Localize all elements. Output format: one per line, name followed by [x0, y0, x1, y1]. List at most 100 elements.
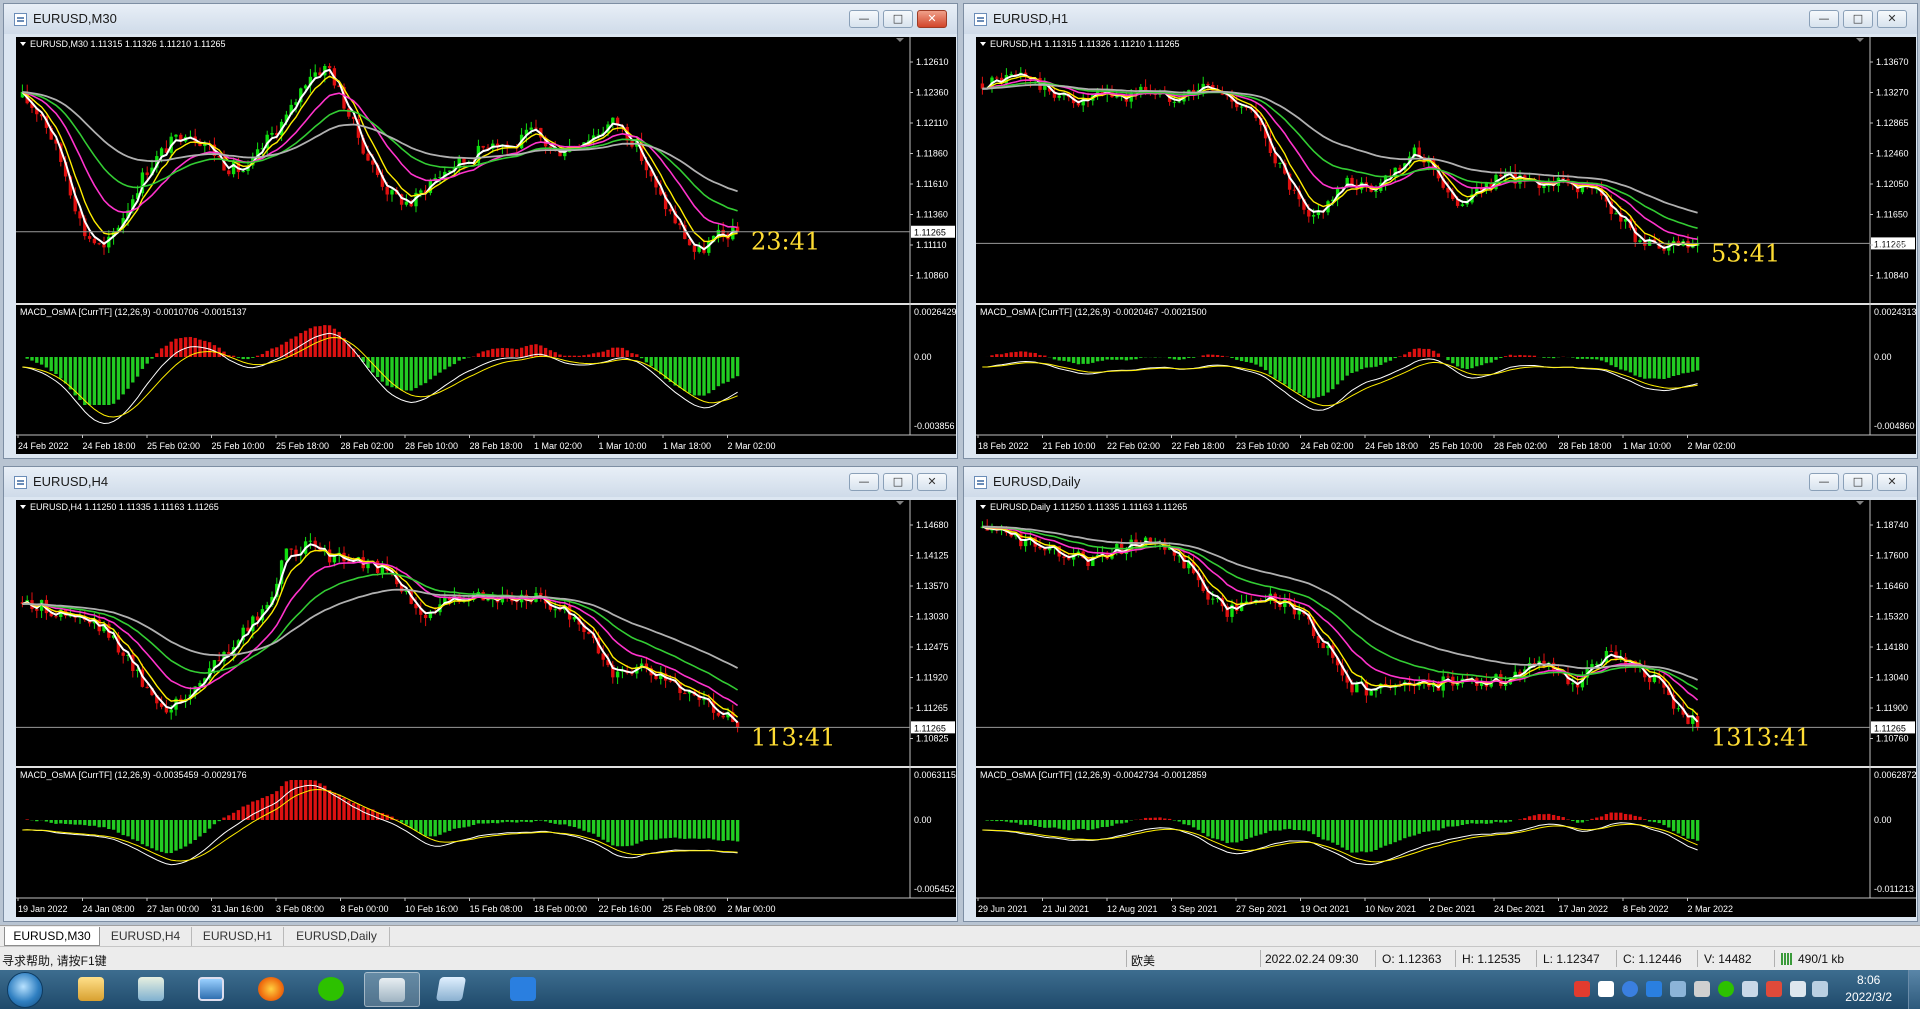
- minimize-button[interactable]: —: [1809, 10, 1839, 28]
- histogram-bar: [1393, 357, 1397, 359]
- taskbar-editor[interactable]: [496, 972, 552, 1007]
- chart-window-daily[interactable]: EURUSD,Daily — □ ✕ 1.11265 1.18740 1.17600…: [963, 466, 1918, 922]
- histogram-bar: [1311, 820, 1316, 835]
- tray-cloud-icon[interactable]: [1646, 981, 1662, 997]
- tab-eurusd-m30[interactable]: EURUSD,M30: [4, 927, 100, 946]
- price-chart-h1[interactable]: 1.112651.136701.132701.128651.124601.120…: [976, 37, 1916, 454]
- chart-window-titlebar[interactable]: EURUSD,M30 — □ ✕: [4, 4, 957, 34]
- histogram-bar: [548, 350, 553, 357]
- histogram-bar: [1691, 820, 1695, 840]
- start-orb-icon[interactable]: [7, 972, 43, 1008]
- chart-window-h1[interactable]: EURUSD,H1 — □ ✕ 1.11265 1.13670 1.13270 1.1…: [963, 3, 1918, 459]
- taskbar-contacts[interactable]: [124, 972, 180, 1007]
- maximize-button[interactable]: □: [1843, 10, 1873, 28]
- histogram-bar: [1513, 355, 1517, 357]
- minimize-button[interactable]: —: [1809, 473, 1839, 491]
- price-chart-daily[interactable]: 1.11265 1.18740 1.17600 1.16460 1.15320 1.141…: [976, 500, 1916, 917]
- close-button[interactable]: ✕: [917, 473, 947, 491]
- histogram-bar: [1028, 820, 1033, 825]
- histogram-bar: [1614, 357, 1618, 368]
- histogram-bar: [1681, 820, 1685, 836]
- histogram-bar: [1518, 354, 1522, 357]
- histogram-bar: [169, 341, 173, 357]
- show-desktop-button[interactable]: [1908, 970, 1920, 1009]
- histogram-bar: [1067, 357, 1071, 362]
- indicator-pane[interactable]: [16, 305, 956, 435]
- maximize-button[interactable]: □: [883, 10, 913, 28]
- indicator-axis-label: 0.0063115: [914, 770, 956, 780]
- histogram-bar: [1033, 820, 1037, 827]
- time-axis-label: 19 Jan 2022: [18, 904, 68, 914]
- taskbar-firefox[interactable]: [244, 972, 300, 1007]
- chart-window-h4[interactable]: EURUSD,H4 — □ ✕ 1.11265 1.14680 1.14125 1.1…: [3, 466, 958, 922]
- taskbar-desktop[interactable]: [184, 972, 240, 1007]
- histogram-bar: [1187, 357, 1191, 358]
- price-chart-m30[interactable]: 1.11265 1.12610 1.12360 1.12110 1.11860 1.116…: [16, 37, 956, 454]
- taskbar-explorer[interactable]: [64, 972, 120, 1007]
- indicator-axis-label: -0.003856: [914, 421, 955, 431]
- tray-volume-icon[interactable]: [1694, 981, 1710, 997]
- maximize-button[interactable]: □: [883, 473, 913, 491]
- status-profile[interactable]: 欧美: [1131, 952, 1155, 969]
- indicator-pane[interactable]: [976, 768, 1916, 898]
- chart-window-titlebar[interactable]: EURUSD,H4 — □ ✕: [4, 467, 957, 497]
- histogram-bar: [1215, 355, 1220, 357]
- histogram-bar: [1004, 820, 1009, 822]
- close-button[interactable]: ✕: [1877, 473, 1907, 491]
- minimize-button[interactable]: —: [849, 10, 879, 28]
- current-price-label: 1.11265: [1874, 723, 1906, 733]
- histogram-bar: [1681, 357, 1685, 374]
- close-button[interactable]: ✕: [1877, 10, 1907, 28]
- tab-eurusd-h4[interactable]: EURUSD,H4: [100, 927, 192, 946]
- histogram-bar: [1287, 357, 1292, 389]
- tab-eurusd-daily[interactable]: EURUSD,Daily: [284, 927, 390, 946]
- taskbar-notepad[interactable]: [424, 972, 480, 1007]
- chart-window-title: EURUSD,H4: [33, 474, 109, 489]
- histogram-bar: [1604, 357, 1609, 363]
- histogram-bar: [111, 820, 116, 830]
- histogram-bar: [92, 820, 97, 826]
- price-axis-label: 1.14125: [916, 551, 949, 561]
- histogram-bar: [1407, 820, 1412, 837]
- histogram-bar: [1431, 350, 1436, 357]
- tray-network-icon[interactable]: [1670, 981, 1686, 997]
- tray-flag-icon[interactable]: [1766, 981, 1782, 997]
- histogram-bar: [1561, 817, 1565, 820]
- chart-window-titlebar[interactable]: EURUSD,H1 — □ ✕: [964, 4, 1917, 34]
- time-axis-label: 25 Feb 02:00: [147, 441, 200, 451]
- price-chart-h4[interactable]: 1.11265 1.14680 1.14125 1.13570 1.13030 1.124…: [16, 500, 956, 917]
- tray-sogou-icon[interactable]: [1574, 981, 1590, 997]
- taskbar-clock[interactable]: 8:06 2022/3/2: [1845, 972, 1892, 1006]
- close-button[interactable]: ✕: [917, 10, 947, 28]
- histogram-bar: [332, 792, 337, 820]
- tray-sound-icon[interactable]: [1790, 981, 1806, 997]
- tray-security-icon[interactable]: [1622, 981, 1638, 997]
- price-axis-label: 1.16460: [1876, 581, 1909, 591]
- tray-wechat-icon[interactable]: [1718, 981, 1734, 997]
- histogram-bar: [198, 339, 202, 357]
- time-axis-label: 24 Feb 18:00: [83, 441, 136, 451]
- histogram-bar: [1609, 812, 1613, 820]
- chart-window-titlebar[interactable]: EURUSD,Daily — □ ✕: [964, 467, 1917, 497]
- histogram-bar: [1071, 820, 1076, 830]
- taskbar-metatrader[interactable]: [364, 972, 420, 1007]
- minimize-button[interactable]: —: [849, 473, 879, 491]
- histogram-bar: [1647, 357, 1652, 379]
- tray-app-icon[interactable]: [1598, 981, 1614, 997]
- histogram-bar: [419, 357, 423, 386]
- tray-display-icon[interactable]: [1742, 981, 1758, 997]
- histogram-bar: [1071, 357, 1076, 364]
- histogram-bar: [1499, 820, 1503, 823]
- histogram-bar: [1167, 818, 1172, 820]
- tray-signal-icon[interactable]: [1812, 981, 1828, 997]
- histogram-bar: [1350, 820, 1354, 853]
- tab-eurusd-h1[interactable]: EURUSD,H1: [192, 927, 284, 946]
- maximize-button[interactable]: □: [1843, 473, 1873, 491]
- histogram-bar: [529, 820, 533, 823]
- histogram-bar: [1043, 355, 1047, 357]
- histogram-bar: [644, 357, 649, 363]
- chart-window-m30[interactable]: EURUSD,M30 — □ ✕ 1.11265 1.12610 1.12360 1.…: [3, 3, 958, 459]
- bar-countdown-timer: 1313:41: [1711, 723, 1811, 751]
- taskbar-wechat[interactable]: [304, 972, 360, 1007]
- histogram-bar: [1004, 353, 1009, 357]
